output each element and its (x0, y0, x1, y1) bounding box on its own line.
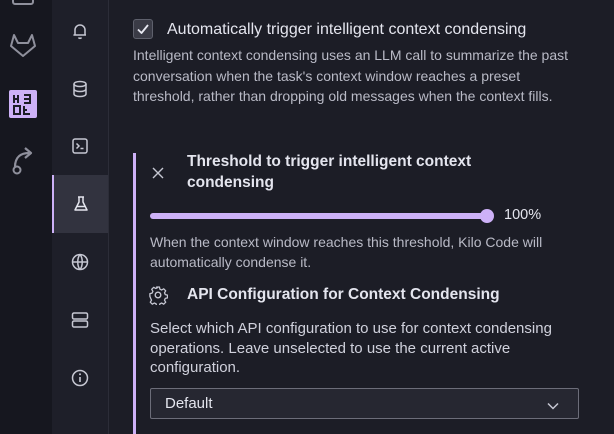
nav-item-notifications[interactable] (52, 2, 108, 60)
api-config-select[interactable]: Default (150, 388, 579, 419)
settings-content: Automatically trigger intelligent contex… (109, 0, 614, 434)
slider-fill (150, 213, 487, 219)
gear-icon (148, 285, 169, 310)
condensing-subpanel-border (133, 153, 136, 434)
threshold-title: Threshold to trigger intelligent context… (187, 153, 472, 191)
auto-condense-description: Intelligent context condensing uses an L… (133, 47, 569, 104)
bell-icon (73, 24, 86, 40)
nav-item-language[interactable] (52, 233, 108, 291)
auto-condense-checkbox[interactable] (133, 19, 153, 39)
chevron-down-icon (546, 398, 560, 416)
auto-condense-label[interactable]: Automatically trigger intelligent contex… (167, 21, 526, 39)
threshold-value: 100% (504, 207, 542, 223)
info-icon (71, 369, 89, 387)
kilo-code-icon[interactable] (6, 87, 40, 121)
checkmark-icon (137, 24, 149, 34)
api-config-title: API Configuration for Context Condensing (187, 286, 500, 303)
extension-icon[interactable] (6, 0, 40, 18)
api-config-description: Select which API configuration to use fo… (150, 320, 552, 376)
nav-item-context[interactable] (52, 60, 108, 118)
remote-share-icon[interactable] (6, 142, 40, 176)
flask-icon (74, 196, 88, 211)
api-config-selected-value: Default (165, 395, 213, 412)
server-icon (71, 312, 89, 328)
threshold-slider[interactable] (150, 209, 494, 223)
close-icon (150, 165, 166, 186)
activity-bar (0, 0, 53, 434)
gitlab-icon[interactable] (6, 28, 40, 62)
nav-item-terminal[interactable] (52, 117, 108, 175)
globe-icon (71, 253, 89, 271)
terminal-icon (72, 138, 88, 154)
database-icon (73, 80, 87, 98)
nav-item-mcp-servers[interactable] (52, 291, 108, 349)
slider-thumb[interactable] (480, 209, 494, 223)
nav-item-experimental[interactable] (52, 175, 108, 233)
threshold-description: When the context window reaches this thr… (150, 234, 543, 270)
settings-nav (52, 0, 109, 434)
nav-item-about[interactable] (52, 349, 108, 407)
